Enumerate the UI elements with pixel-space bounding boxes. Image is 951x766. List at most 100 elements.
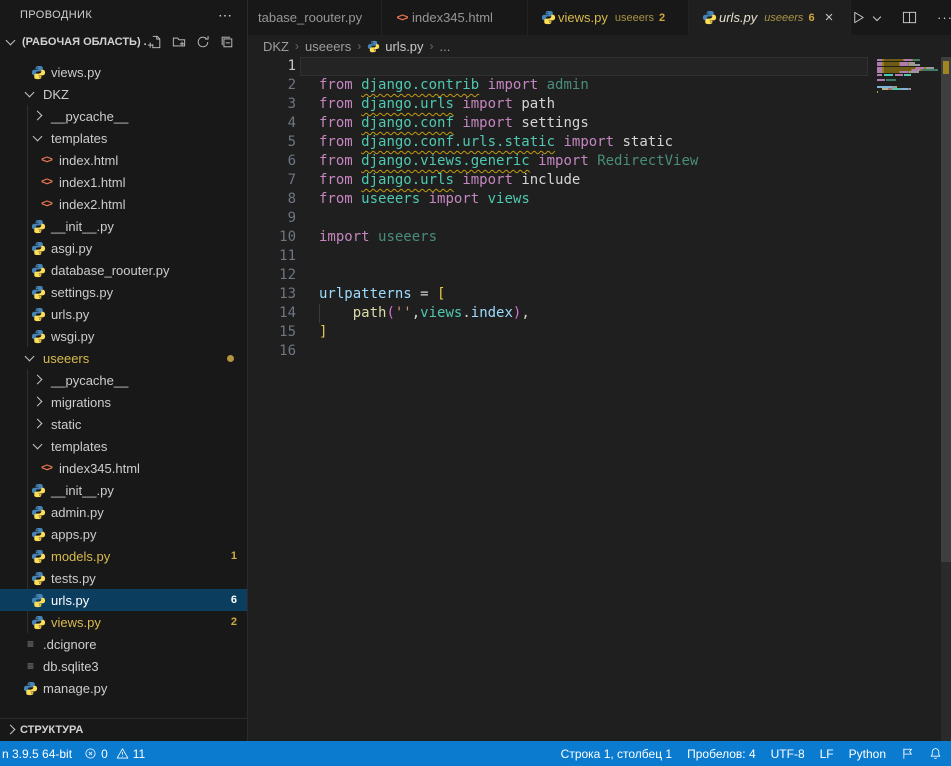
scrollbar-slider[interactable] <box>941 57 951 562</box>
code-line-10: 10import useeers <box>248 228 875 247</box>
tab-description: useeers <box>764 12 803 24</box>
tab-bar: tabase_roouter.py <>index345.htmlviews.py… <box>248 0 951 35</box>
chevron-down-icon[interactable] <box>22 86 39 102</box>
tab-label: tabase_roouter.py <box>258 10 362 25</box>
code-line-13: 13urlpatterns = [ <box>248 285 875 304</box>
more-actions-button[interactable]: ··· <box>937 10 951 25</box>
tree-item--pycache-[interactable]: __pycache__ <box>0 105 247 127</box>
minimap[interactable] <box>875 57 941 177</box>
new-file-icon[interactable] <box>147 34 163 50</box>
tree-item-static[interactable]: static <box>0 413 247 435</box>
code-line-11: 11 <box>248 247 875 266</box>
tree-item-templates[interactable]: templates <box>0 435 247 457</box>
chevron-down-icon[interactable] <box>22 350 39 366</box>
tree-item-urls-py[interactable]: urls.py <box>0 303 247 325</box>
tree-item-index2-html[interactable]: <>index2.html <box>0 193 247 215</box>
workspace-section-header[interactable]: (РАБОЧАЯ ОБЛАСТЬ) ... <box>0 30 247 54</box>
notifications-bell-icon[interactable] <box>929 747 942 760</box>
tree-item-manage-py[interactable]: manage.py <box>0 677 247 699</box>
encoding-status[interactable]: UTF-8 <box>771 747 805 761</box>
tree-item--init-py[interactable]: __init__.py <box>0 215 247 237</box>
scrollbar[interactable] <box>941 57 951 741</box>
tree-item-templates[interactable]: templates <box>0 127 247 149</box>
tree-item-index-html[interactable]: <>index.html <box>0 149 247 171</box>
run-dropdown-chevron-icon[interactable] <box>872 13 882 23</box>
tree-item-label: __init__.py <box>51 219 114 234</box>
chevron-right-icon[interactable] <box>3 722 20 738</box>
python-interpreter-status[interactable]: n 3.9.5 64-bit <box>2 747 72 761</box>
collapse-all-icon[interactable] <box>219 34 235 50</box>
tree-item-apps-py[interactable]: apps.py <box>0 523 247 545</box>
tree-item-label: views.py <box>51 615 101 630</box>
tree-item-views-py[interactable]: views.py2 <box>0 611 247 633</box>
file-icon: ≡ <box>22 659 39 673</box>
tree-item-label: migrations <box>51 395 111 410</box>
breadcrumb-item-useeers[interactable]: useeers <box>305 39 351 54</box>
chevron-down-icon[interactable] <box>30 130 47 146</box>
tree-item-database-roouter-py[interactable]: database_roouter.py <box>0 259 247 281</box>
problems-status[interactable]: 0 11 <box>84 747 149 761</box>
tab-label: urls.py <box>719 10 757 25</box>
chevron-right-icon[interactable] <box>30 416 47 432</box>
tab-tabase-roouter-py[interactable]: tabase_roouter.py <box>248 0 382 35</box>
code-editor[interactable]: 12from django.contrib import admin3from … <box>248 57 951 741</box>
line-text: import useeers <box>319 228 437 247</box>
breadcrumb-item-file[interactable]: urls.py <box>367 39 423 54</box>
tab-index345-html[interactable]: <>index345.html <box>382 0 528 35</box>
tree-item--dcignore[interactable]: ≡.dcignore <box>0 633 247 655</box>
chevron-right-icon[interactable] <box>30 372 47 388</box>
line-number: 11 <box>248 247 296 266</box>
breadcrumb-separator: › <box>430 39 434 53</box>
chevron-right-icon[interactable] <box>30 394 47 410</box>
tree-item-admin-py[interactable]: admin.py <box>0 501 247 523</box>
feedback-icon[interactable] <box>901 747 914 760</box>
tree-item-index345-html[interactable]: <>index345.html <box>0 457 247 479</box>
tree-item-dkz[interactable]: DKZ <box>0 83 247 105</box>
split-editor-button[interactable] <box>902 10 917 25</box>
new-folder-icon[interactable] <box>171 34 187 50</box>
tree-item--pycache-[interactable]: __pycache__ <box>0 369 247 391</box>
code-line-12: 12 <box>248 266 875 285</box>
tab-urls-py[interactable]: urls.pyuseeers6× <box>689 0 851 35</box>
close-icon[interactable]: × <box>825 10 834 25</box>
tree-item-label: templates <box>51 439 107 454</box>
chevron-down-icon[interactable] <box>3 34 20 50</box>
explorer-header: ПРОВОДНИК ⋯ <box>0 0 247 30</box>
breadcrumb-item-dkz[interactable]: DKZ <box>263 39 289 54</box>
explorer-toolbar <box>147 34 247 50</box>
tree-item-label: index2.html <box>59 197 125 212</box>
tree-item-index1-html[interactable]: <>index1.html <box>0 171 247 193</box>
tree-item-migrations[interactable]: migrations <box>0 391 247 413</box>
tree-item-db-sqlite3[interactable]: ≡db.sqlite3 <box>0 655 247 677</box>
outline-section-header[interactable]: СТРУКТУРА <box>0 718 247 741</box>
tree-item-wsgi-py[interactable]: wsgi.py <box>0 325 247 347</box>
tree-item-views-py[interactable]: views.py <box>0 61 247 83</box>
tree-item-urls-py[interactable]: urls.py6 <box>0 589 247 611</box>
tree-item-label: urls.py <box>51 593 89 608</box>
tree-item-useeers[interactable]: useeers <box>0 347 247 369</box>
python-icon <box>30 527 47 542</box>
eol-status[interactable]: LF <box>820 747 834 761</box>
tree-item-settings-py[interactable]: settings.py <box>0 281 247 303</box>
code-line-1: 1 <box>248 57 875 76</box>
tab-views-py[interactable]: views.pyuseeers2 <box>528 0 689 35</box>
tree-item-tests-py[interactable]: tests.py <box>0 567 247 589</box>
line-number: 14 <box>248 304 296 323</box>
refresh-icon[interactable] <box>195 34 211 50</box>
tree-item-models-py[interactable]: models.py1 <box>0 545 247 567</box>
language-mode-status[interactable]: Python <box>849 747 886 761</box>
python-icon <box>30 593 47 608</box>
run-python-file-button[interactable] <box>851 10 866 25</box>
line-number: 16 <box>248 342 296 361</box>
chevron-down-icon[interactable] <box>30 438 47 454</box>
chevron-right-icon[interactable] <box>30 108 47 124</box>
tree-item-asgi-py[interactable]: asgi.py <box>0 237 247 259</box>
tree-item-label: useeers <box>43 351 89 366</box>
python-icon <box>30 329 47 344</box>
python-icon <box>538 10 558 25</box>
cursor-position-status[interactable]: Строка 1, столбец 1 <box>561 747 672 761</box>
tree-item--init-py[interactable]: __init__.py <box>0 479 247 501</box>
explorer-more-actions-icon[interactable]: ⋯ <box>218 7 233 24</box>
indentation-status[interactable]: Пробелов: 4 <box>687 747 756 761</box>
breadcrumb-item-symbols[interactable]: ... <box>440 39 451 54</box>
